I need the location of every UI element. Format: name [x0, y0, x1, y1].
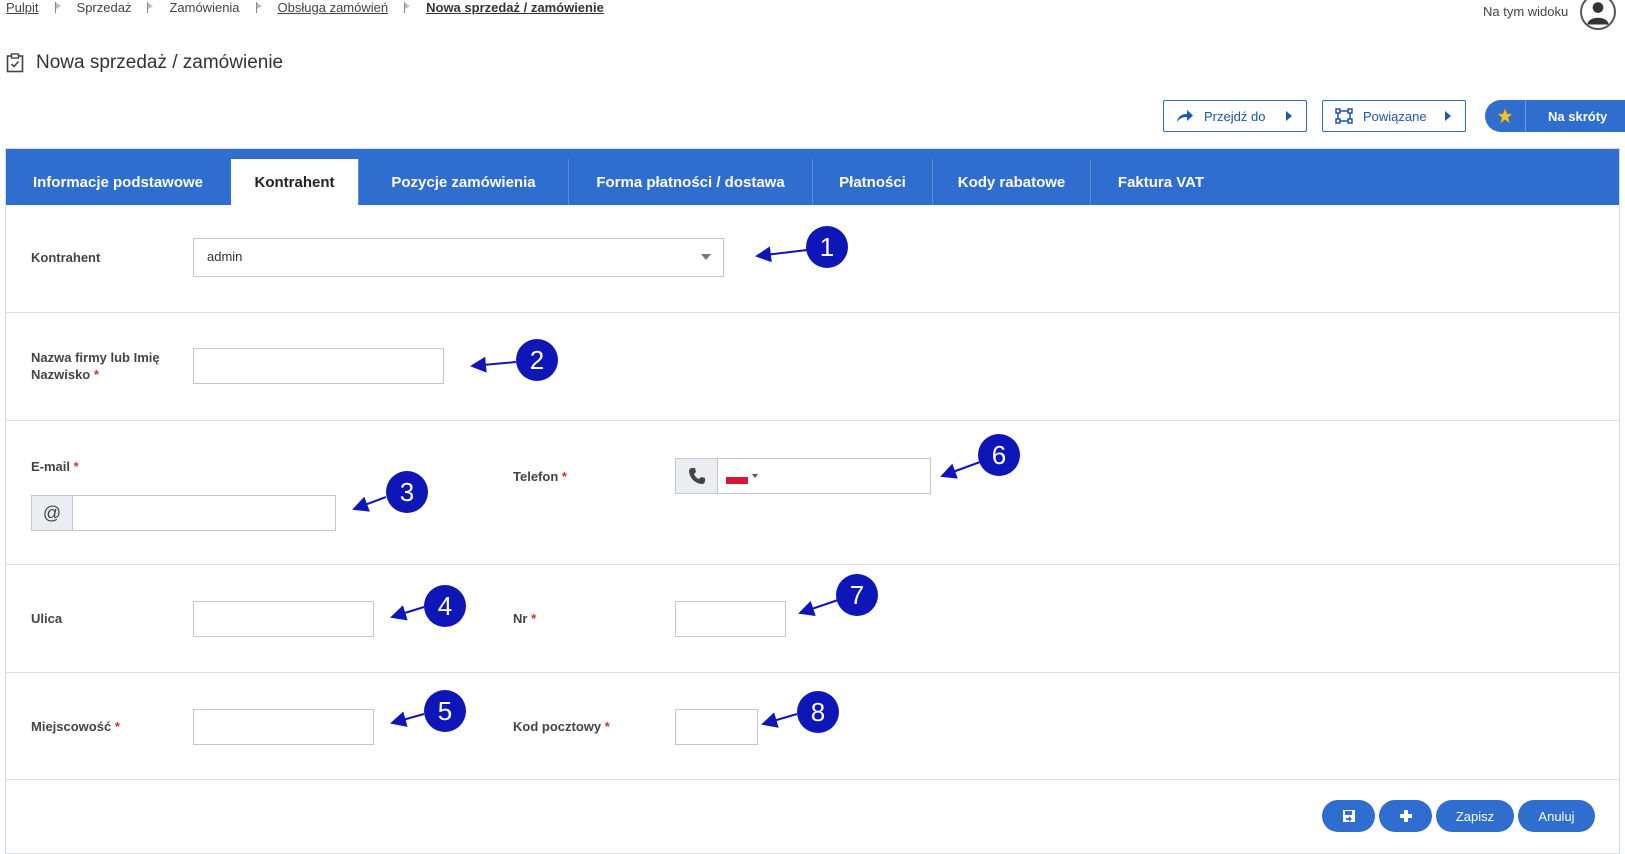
at-sign-icon: @ — [32, 496, 73, 530]
breadcrumb-item-current[interactable]: Nowa sprzedaż / zamówienie — [426, 0, 604, 15]
caret-right-icon — [1445, 111, 1451, 121]
tab-payments[interactable]: Płatności — [812, 159, 932, 205]
row-divider — [6, 420, 1619, 421]
postal-code-input[interactable] — [675, 709, 758, 745]
annotation-marker-3: 3 — [386, 471, 428, 513]
breadcrumb: Pulpit Sprzedaż Zamówienia Obsługa zamów… — [6, 0, 604, 15]
tab-vat-invoice[interactable]: Faktura VAT — [1090, 159, 1231, 205]
required-mark: * — [93, 367, 99, 382]
breadcrumb-separator-icon — [402, 1, 412, 14]
country-dropdown-caret-icon[interactable] — [752, 474, 758, 478]
tab-payment-delivery[interactable]: Forma płatności / dostawa — [568, 159, 812, 205]
goto-label: Przejdź do — [1204, 108, 1266, 124]
contractor-label: Kontrahent — [31, 250, 101, 265]
required-mark: * — [561, 469, 567, 484]
breadcrumb-item-zamowienia: Zamówienia — [169, 0, 240, 15]
contractor-select-value: admin — [207, 249, 243, 264]
name-label-line1: Nazwa firmy lub Imię — [31, 350, 160, 365]
tab-basic-info[interactable]: Informacje podstawowe — [6, 159, 230, 205]
page-title: Nowa sprzedaż / zamówienie — [36, 52, 284, 73]
email-field[interactable]: @ — [31, 495, 336, 531]
number-input[interactable] — [675, 601, 786, 637]
annotation-marker-1: 1 — [806, 226, 848, 268]
breadcrumb-item-pulpit[interactable]: Pulpit — [6, 0, 39, 15]
city-label: Miejscowość * — [31, 718, 120, 735]
row-divider — [6, 672, 1619, 673]
email-label-text: E-mail — [31, 459, 71, 474]
annotation-marker-5: 5 — [424, 690, 466, 732]
share-arrow-icon — [1177, 110, 1193, 122]
tab-discount-codes[interactable]: Kody rabatowe — [932, 159, 1090, 205]
contractor-select[interactable]: admin — [193, 238, 724, 277]
name-label-line2: Nazwisko — [31, 367, 91, 382]
row-divider — [6, 564, 1619, 565]
goto-button[interactable]: Przejdź do — [1163, 100, 1307, 132]
annotation-marker-6: 6 — [978, 434, 1020, 476]
phone-label-text: Telefon — [513, 469, 559, 484]
row-divider — [6, 779, 1619, 780]
annotation-marker-8: 8 — [797, 691, 839, 733]
name-label: Nazwa firmy lub Imię Nazwisko * — [31, 349, 160, 383]
phone-field[interactable] — [675, 458, 931, 494]
required-mark: * — [531, 611, 537, 626]
breadcrumb-item-obsluga[interactable]: Obsługa zamówień — [278, 0, 389, 15]
name-input[interactable] — [193, 348, 444, 384]
postal-code-label: Kod pocztowy * — [513, 718, 610, 735]
related-button[interactable]: Powiązane — [1322, 100, 1466, 132]
save-return-icon — [1342, 810, 1355, 822]
plus-icon — [1399, 810, 1412, 822]
street-label: Ulica — [31, 611, 63, 626]
postal-code-label-text: Kod pocztowy — [513, 719, 602, 734]
tab-contractor[interactable]: Kontrahent — [231, 159, 358, 205]
view-label: Na tym widoku — [1483, 4, 1569, 19]
breadcrumb-separator-icon — [53, 1, 63, 14]
phone-icon — [676, 459, 718, 493]
city-label-text: Miejscowość — [31, 719, 112, 734]
cancel-button[interactable]: Anuluj — [1518, 800, 1595, 832]
phone-label: Telefon * — [513, 468, 567, 485]
caret-right-icon — [1286, 111, 1292, 121]
shortcuts-label: Na skróty — [1548, 108, 1608, 124]
tab-bar: Informacje podstawowe Kontrahent Pozycje… — [6, 149, 1619, 205]
breadcrumb-separator-icon — [254, 1, 264, 14]
poland-flag-icon[interactable] — [726, 470, 748, 484]
breadcrumb-separator-icon — [145, 1, 155, 14]
breadcrumb-item-sprzedaz: Sprzedaż — [76, 0, 132, 15]
city-input[interactable] — [193, 709, 374, 745]
chevron-down-icon — [701, 254, 711, 260]
save-and-return-button[interactable] — [1322, 800, 1375, 832]
annotation-marker-7: 7 — [836, 574, 878, 616]
clipboard-icon — [6, 53, 24, 73]
add-button[interactable] — [1379, 800, 1432, 832]
star-icon — [1485, 100, 1526, 132]
required-mark: * — [604, 719, 610, 734]
user-avatar-icon[interactable] — [1580, 0, 1616, 30]
number-label-text: Nr — [513, 611, 528, 626]
required-mark: * — [73, 459, 79, 474]
annotation-marker-4: 4 — [424, 585, 466, 627]
related-label: Powiązane — [1363, 108, 1427, 124]
tab-order-items[interactable]: Pozycje zamówienia — [358, 159, 568, 205]
street-input[interactable] — [193, 601, 374, 637]
annotation-marker-2: 2 — [516, 339, 558, 381]
email-label: E-mail * — [31, 458, 79, 475]
shortcuts-button[interactable]: Na skróty — [1485, 100, 1625, 132]
required-mark: * — [114, 719, 120, 734]
page-header: Nowa sprzedaż / zamówienie — [6, 52, 283, 74]
save-button[interactable]: Zapisz — [1436, 800, 1514, 832]
row-divider — [6, 312, 1619, 313]
related-nodes-icon — [1335, 108, 1353, 124]
number-label: Nr * — [513, 610, 536, 627]
